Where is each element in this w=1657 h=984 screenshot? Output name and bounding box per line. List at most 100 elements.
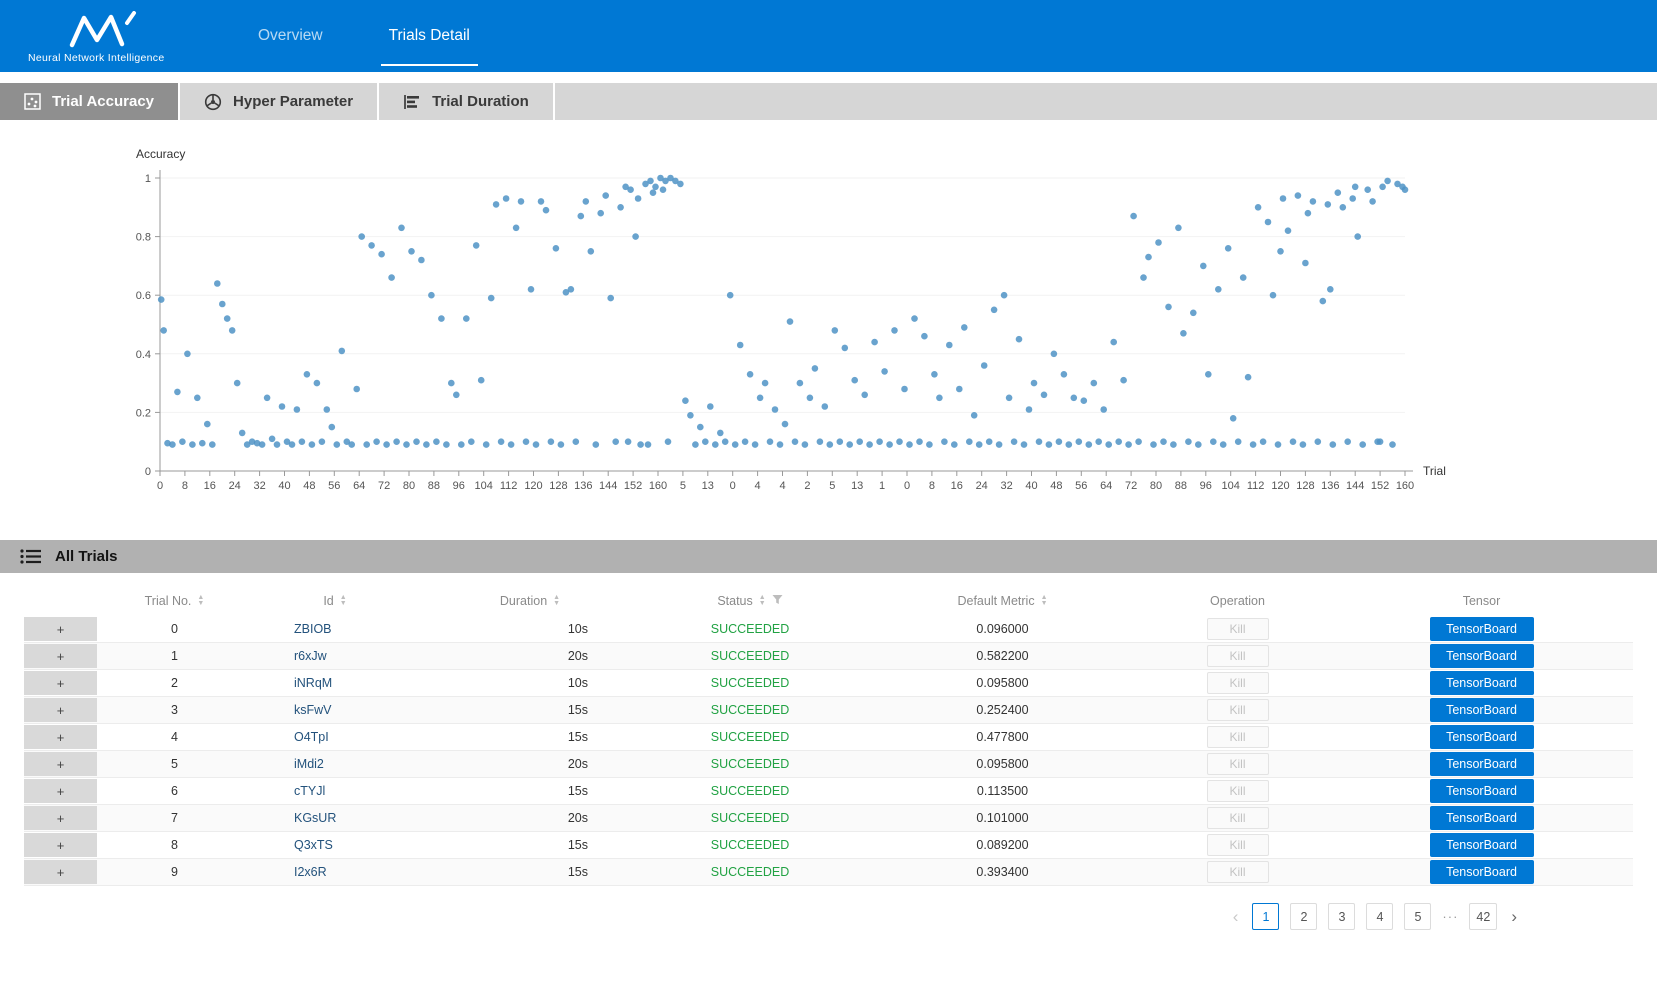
y-tick-label: 1	[145, 173, 151, 185]
sort-icon[interactable]: ▲▼	[1041, 595, 1048, 607]
x-tick-label: 112	[500, 480, 518, 492]
x-tick-label: 96	[453, 480, 465, 492]
x-tick-label: 0	[730, 480, 736, 492]
column-header-status[interactable]: Status▲▼	[640, 594, 860, 608]
scatter-point	[1076, 438, 1083, 445]
kill-button[interactable]: Kill	[1207, 780, 1269, 802]
kill-button[interactable]: Kill	[1207, 834, 1269, 856]
scatter-point	[797, 380, 804, 387]
scatter-point	[1095, 438, 1102, 445]
scatter-point	[473, 242, 480, 249]
scatter-point	[1205, 371, 1212, 378]
expand-row-button[interactable]: +	[24, 833, 97, 857]
nav-overview[interactable]: Overview	[254, 0, 327, 72]
expand-row-button[interactable]: +	[24, 860, 97, 884]
column-header-trial-no[interactable]: Trial No. ▲▼	[99, 594, 250, 608]
tensorboard-button[interactable]: TensorBoard	[1430, 779, 1534, 803]
scatter-point	[393, 438, 400, 445]
scatter-point	[645, 441, 652, 448]
scatter-point	[782, 421, 789, 428]
kill-button[interactable]: Kill	[1207, 861, 1269, 883]
scatter-point	[617, 204, 624, 211]
scatter-point	[373, 438, 380, 445]
scatter-point	[1021, 441, 1028, 448]
scatter-point	[981, 362, 988, 369]
expand-row-button[interactable]: +	[24, 752, 97, 776]
column-header-duration[interactable]: Duration▲▼	[420, 594, 640, 608]
tab-hyper-parameter[interactable]: Hyper Parameter	[180, 83, 379, 120]
sort-icon[interactable]: ▲▼	[759, 595, 766, 607]
scatter-point	[1180, 330, 1187, 337]
pagination-page-5[interactable]: 5	[1404, 903, 1431, 930]
scatter-point	[1359, 441, 1366, 448]
x-tick-label: 64	[1100, 480, 1112, 492]
expand-row-button[interactable]: +	[24, 806, 97, 830]
scatter-point	[1051, 351, 1058, 358]
expand-row-button[interactable]: +	[24, 779, 97, 803]
tensorboard-button[interactable]: TensorBoard	[1430, 833, 1534, 857]
pagination-next[interactable]: ›	[1508, 908, 1520, 925]
tab-trial-duration[interactable]: Trial Duration	[379, 83, 555, 120]
expand-row-button[interactable]: +	[24, 671, 97, 695]
expand-row-button[interactable]: +	[24, 644, 97, 668]
expand-row-button[interactable]: +	[24, 698, 97, 722]
pagination-page-3[interactable]: 3	[1328, 903, 1355, 930]
nav-trials-detail[interactable]: Trials Detail	[385, 0, 474, 72]
column-header-default-metric[interactable]: Default Metric▲▼	[860, 594, 1145, 608]
sort-icon[interactable]: ▲▼	[553, 595, 560, 607]
kill-button[interactable]: Kill	[1207, 618, 1269, 640]
y-tick-label: 0.8	[136, 232, 151, 244]
kill-button[interactable]: Kill	[1207, 807, 1269, 829]
kill-button[interactable]: Kill	[1207, 672, 1269, 694]
scatter-point	[423, 441, 430, 448]
cell-status: SUCCEEDED	[640, 784, 860, 798]
pagination-page-42[interactable]: 42	[1469, 903, 1497, 930]
scatter-point	[1140, 274, 1147, 281]
table-body: +0ZBIOB10sSUCCEEDED0.096000KillTensorBoa…	[24, 616, 1633, 886]
scatter-point	[1255, 204, 1262, 211]
column-header-id[interactable]: Id▲▼	[250, 594, 420, 608]
tensorboard-button[interactable]: TensorBoard	[1430, 671, 1534, 695]
scatter-point	[986, 438, 993, 445]
pagination-page-4[interactable]: 4	[1366, 903, 1393, 930]
sort-icon[interactable]: ▲▼	[340, 595, 347, 607]
column-label: Trial No.	[145, 594, 192, 608]
scatter-point	[1056, 438, 1063, 445]
scatter-point	[458, 441, 465, 448]
expand-row-button[interactable]: +	[24, 725, 97, 749]
tensorboard-button[interactable]: TensorBoard	[1430, 806, 1534, 830]
scatter-point	[1091, 380, 1098, 387]
tensorboard-button[interactable]: TensorBoard	[1430, 617, 1534, 641]
table-row: +8Q3xTS15sSUCCEEDED0.089200KillTensorBoa…	[24, 832, 1633, 859]
kill-button[interactable]: Kill	[1207, 726, 1269, 748]
scatter-point	[896, 438, 903, 445]
tab-label: Trial Duration	[432, 93, 529, 110]
scatter-point	[1280, 195, 1287, 202]
kill-button[interactable]: Kill	[1207, 753, 1269, 775]
pagination-page-2[interactable]: 2	[1290, 903, 1317, 930]
scatter-point	[906, 441, 913, 448]
expand-row-button[interactable]: +	[24, 617, 97, 641]
tensorboard-button[interactable]: TensorBoard	[1430, 644, 1534, 668]
pagination-prev[interactable]: ‹	[1230, 908, 1242, 925]
cell-duration: 15s	[420, 784, 640, 798]
pagination-page-1[interactable]: 1	[1252, 903, 1279, 930]
filter-icon[interactable]	[772, 594, 783, 608]
tensorboard-button[interactable]: TensorBoard	[1430, 860, 1534, 884]
scatter-point	[204, 421, 211, 428]
tensorboard-button[interactable]: TensorBoard	[1430, 752, 1534, 776]
scatter-point	[214, 280, 221, 287]
tensorboard-button[interactable]: TensorBoard	[1430, 725, 1534, 749]
scatter-point	[665, 438, 672, 445]
sort-icon[interactable]: ▲▼	[197, 595, 204, 607]
scatter-point	[304, 371, 311, 378]
kill-button[interactable]: Kill	[1207, 645, 1269, 667]
tab-trial-accuracy[interactable]: Trial Accuracy	[0, 83, 180, 120]
scatter-point	[1277, 248, 1284, 255]
scatter-point	[941, 438, 948, 445]
tensorboard-button[interactable]: TensorBoard	[1430, 698, 1534, 722]
scatter-point	[1320, 298, 1327, 305]
scatter-point	[488, 295, 495, 302]
cell-id: iMdi2	[250, 757, 420, 771]
kill-button[interactable]: Kill	[1207, 699, 1269, 721]
